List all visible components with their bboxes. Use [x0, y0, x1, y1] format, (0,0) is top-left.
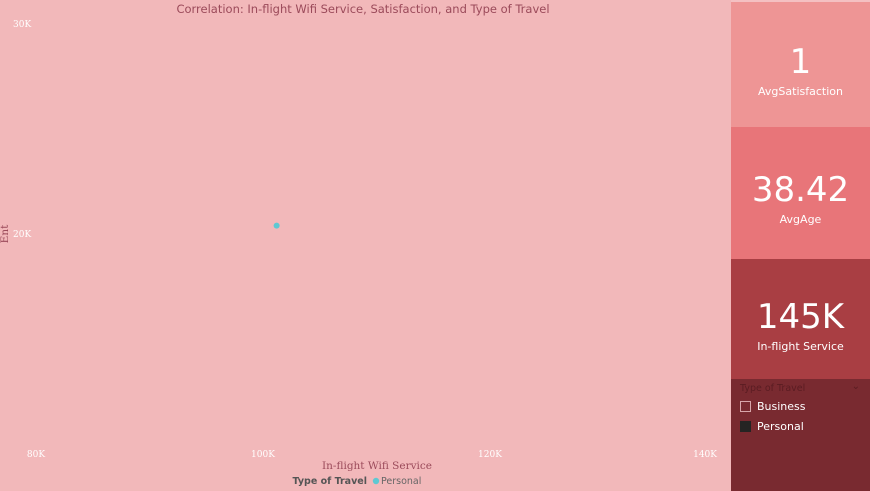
slicer-option-label: Personal: [757, 419, 804, 433]
slicer-option-business[interactable]: Business: [740, 399, 806, 413]
x-axis-title: In-flight Wifi Service: [322, 460, 432, 472]
card-label: AvgSatisfaction: [758, 85, 843, 98]
scatter-chart-svg: Correlation: In-flight Wifi Service, Sat…: [0, 2, 717, 487]
legend-item-label: Personal: [381, 476, 421, 487]
y-axis-title: Ent: [0, 224, 11, 243]
card-inflight-service[interactable]: 145K In-flight Service: [731, 259, 870, 379]
scatter-chart-visual[interactable]: Correlation: In-flight Wifi Service, Sat…: [0, 0, 731, 491]
card-value: 145K: [756, 297, 845, 337]
chart-title: Correlation: In-flight Wifi Service, Sat…: [176, 2, 549, 16]
x-tick-label: 140K: [693, 450, 717, 460]
report-canvas: Correlation: In-flight Wifi Service, Sat…: [0, 0, 870, 491]
card-label: In-flight Service: [757, 340, 844, 353]
legend-title: Type of Travel: [293, 476, 368, 487]
x-tick-label: 100K: [251, 450, 275, 460]
checkbox[interactable]: [740, 400, 751, 412]
y-tick-label: 30K: [13, 20, 31, 30]
slicer-option-personal[interactable]: Personal: [740, 419, 804, 433]
card-value: 38.42: [751, 170, 850, 210]
card-avg-age[interactable]: 38.42 AvgAge: [731, 127, 870, 259]
y-tick-label: 20K: [13, 230, 31, 240]
x-tick-label: 120K: [478, 450, 502, 460]
chevron-down-icon[interactable]: ⌄: [852, 381, 860, 392]
checkbox[interactable]: [740, 420, 751, 432]
card-value: 1: [789, 42, 812, 82]
slicer-title: Type of Travel: [740, 383, 806, 394]
x-tick-label: 80K: [27, 450, 45, 460]
slicer-option-label: Business: [757, 399, 806, 413]
legend-marker: [372, 477, 380, 485]
type-of-travel-slicer: Type of Travel ⌄ Business Personal: [731, 379, 870, 491]
data-point[interactable]: [273, 222, 280, 229]
card-label: AvgAge: [779, 213, 822, 226]
card-avg-satisfaction[interactable]: 1 AvgSatisfaction: [731, 2, 870, 127]
